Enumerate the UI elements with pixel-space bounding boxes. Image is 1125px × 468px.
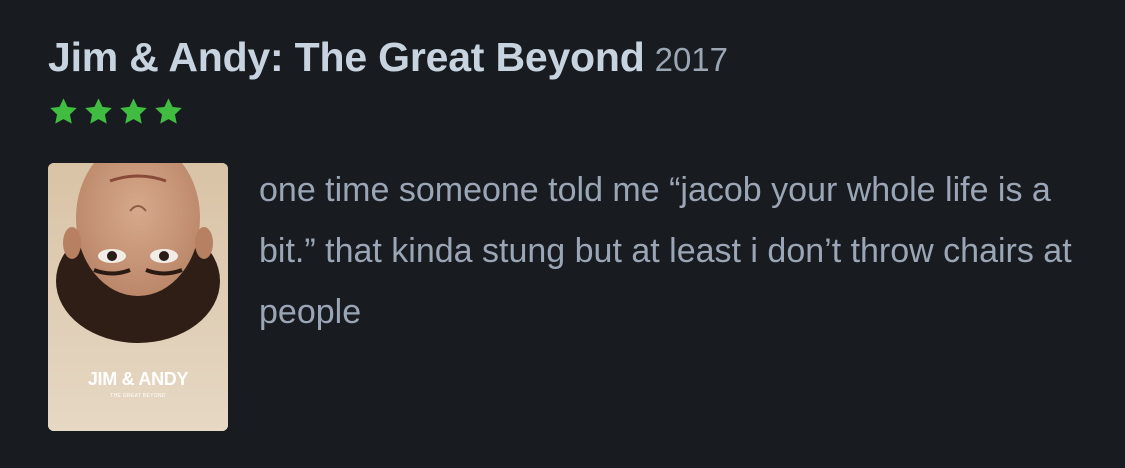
star-icon	[120, 98, 147, 124]
film-poster[interactable]: JIM & ANDY THE GREAT BEYOND	[48, 163, 228, 431]
star-icon	[85, 98, 112, 124]
poster-title: JIM & ANDY	[87, 369, 189, 389]
review-text: one time someone told me “jacob your who…	[259, 171, 1072, 331]
film-title[interactable]: Jim & Andy: The Great Beyond	[48, 34, 645, 80]
poster-face-image	[48, 163, 228, 431]
poster-subtitle: THE GREAT BEYOND	[110, 393, 166, 399]
star-icon	[155, 98, 182, 124]
film-year[interactable]: 2017	[655, 41, 728, 78]
film-heading: Jim & Andy: The Great Beyond 2017	[48, 34, 728, 81]
review-card: Jim & Andy: The Great Beyond 2017 JIM & …	[0, 0, 1125, 468]
star-icon	[50, 98, 77, 124]
star-rating	[48, 96, 184, 127]
